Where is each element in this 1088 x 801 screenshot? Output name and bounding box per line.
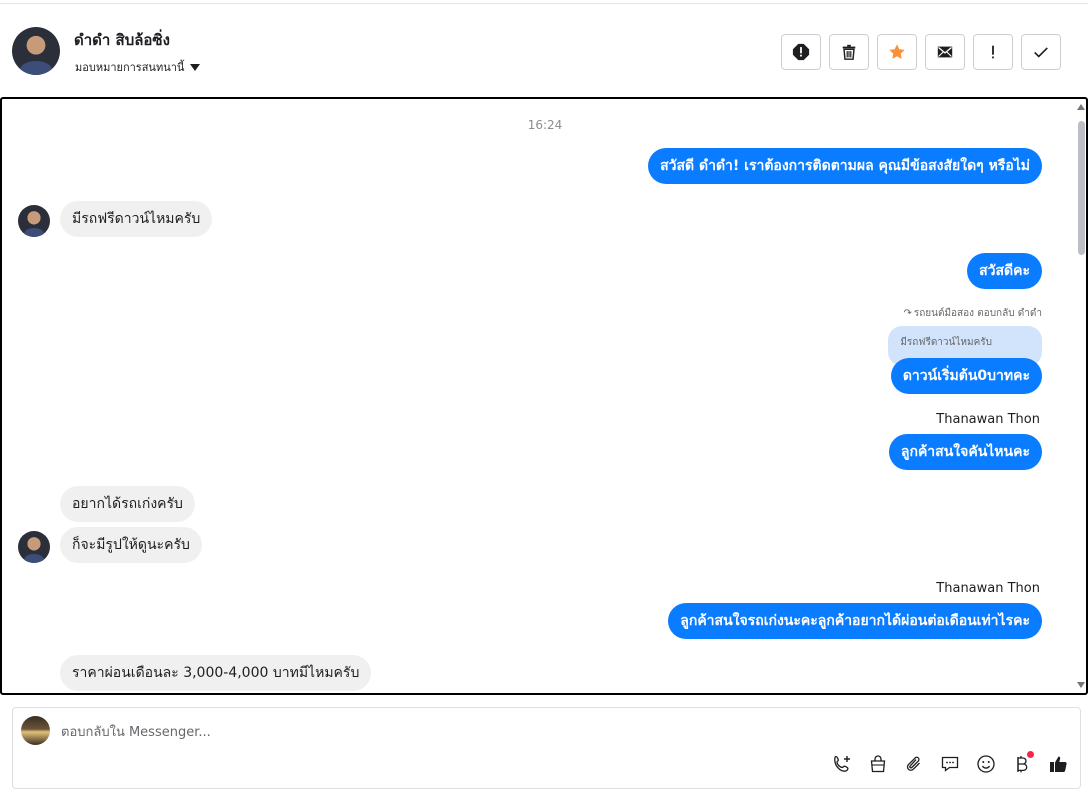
like-button[interactable] — [1046, 752, 1070, 776]
incoming-message[interactable]: ราคาผ่อนเดือนละ 3,000-4,000 บาทมีไหมครับ — [60, 655, 372, 691]
sender-name: Thanawan Thon — [936, 581, 1040, 596]
phone-add-button[interactable] — [830, 752, 854, 776]
shopping-bag-icon — [870, 755, 886, 773]
thumbs-up-icon — [1050, 756, 1067, 773]
paperclip-icon — [906, 756, 920, 771]
reply-composer — [12, 707, 1081, 789]
assign-conversation-dropdown[interactable]: มอบหมายการสนทนานี้ — [75, 58, 201, 76]
contact-avatar-small — [18, 205, 50, 237]
contact-avatar[interactable] — [12, 27, 60, 75]
outgoing-message[interactable]: ดาวน์เริ่มต้น0บาทคะ — [890, 358, 1042, 394]
outgoing-message[interactable]: สวัสดี ดำดำ! เราต้องการติดตามผล คุณมีข้อ… — [648, 148, 1042, 184]
outgoing-message[interactable]: สวัสดีคะ — [967, 253, 1042, 289]
trash-icon — [842, 44, 856, 60]
reply-context-label: รถยนต์มือสอง ตอบกลับ ดำดำ — [913, 308, 1042, 319]
conversation-actions — [781, 34, 1061, 70]
phone-add-icon — [834, 755, 850, 772]
page-avatar — [21, 716, 50, 745]
spam-button[interactable] — [781, 34, 821, 70]
reply-arrow-icon: ↷ — [903, 308, 912, 319]
payment-button[interactable] — [1010, 751, 1034, 776]
envelope-icon — [937, 46, 953, 58]
timestamp: 16:24 — [527, 118, 563, 132]
mark-unread-button[interactable] — [925, 34, 965, 70]
check-icon — [1034, 47, 1048, 58]
message-list: 16:24 สวัสดี ดำดำ! เราต้องการติดตามผล คุ… — [2, 99, 1080, 693]
incoming-message[interactable]: อยากได้รถเก่งครับ — [60, 486, 195, 522]
outgoing-message[interactable]: ลูกค้าสนใจรถเก่งนะคะลูกค้าอยากได้ผ่อนต่อ… — [668, 603, 1042, 639]
reply-input[interactable] — [61, 722, 1041, 742]
thread-scrollbar[interactable] — [1076, 99, 1086, 693]
emoji-button[interactable] — [974, 752, 998, 776]
message-thread[interactable]: 16:24 สวัสดี ดำดำ! เราต้องการติดตามผล คุ… — [0, 97, 1088, 695]
exclamation-icon — [992, 45, 994, 59]
top-divider — [0, 0, 1088, 4]
sender-name: Thanawan Thon — [936, 412, 1040, 427]
caret-down-icon — [190, 63, 201, 71]
star-button[interactable] — [877, 34, 917, 70]
delete-button[interactable] — [829, 34, 869, 70]
smiley-icon — [977, 755, 995, 773]
star-icon — [889, 44, 905, 59]
scroll-up-arrow-icon[interactable] — [1077, 104, 1085, 110]
incoming-message[interactable]: มีรถฟรีดาวน์ไหมครับ — [60, 201, 213, 237]
mark-done-button[interactable] — [1021, 34, 1061, 70]
chat-bubble-icon — [941, 756, 959, 772]
shop-button[interactable] — [866, 752, 890, 776]
scroll-thumb[interactable] — [1078, 121, 1085, 255]
outgoing-message[interactable]: ลูกค้าสนใจคันไหนคะ — [888, 434, 1042, 470]
assign-label: มอบหมายการสนทนานี้ — [75, 61, 185, 74]
follow-up-button[interactable] — [973, 34, 1013, 70]
saved-replies-button[interactable] — [938, 752, 962, 776]
attach-button[interactable] — [902, 752, 926, 776]
notification-dot — [1027, 751, 1034, 758]
incoming-message[interactable]: ก็จะมีรูปให้ดูนะครับ — [60, 527, 202, 563]
composer-toolbar — [830, 751, 1070, 776]
scroll-down-arrow-icon[interactable] — [1077, 682, 1085, 688]
conversation-header: ดำดำ สิบล้อซิ่ง มอบหมายการสนทนานี้ — [0, 5, 1088, 97]
reply-context: ↷ รถยนต์มือสอง ตอบกลับ ดำดำ — [903, 306, 1042, 321]
alert-circle-icon — [792, 43, 810, 61]
contact-name[interactable]: ดำดำ สิบล้อซิ่ง — [74, 28, 170, 52]
contact-avatar-small — [18, 531, 50, 563]
